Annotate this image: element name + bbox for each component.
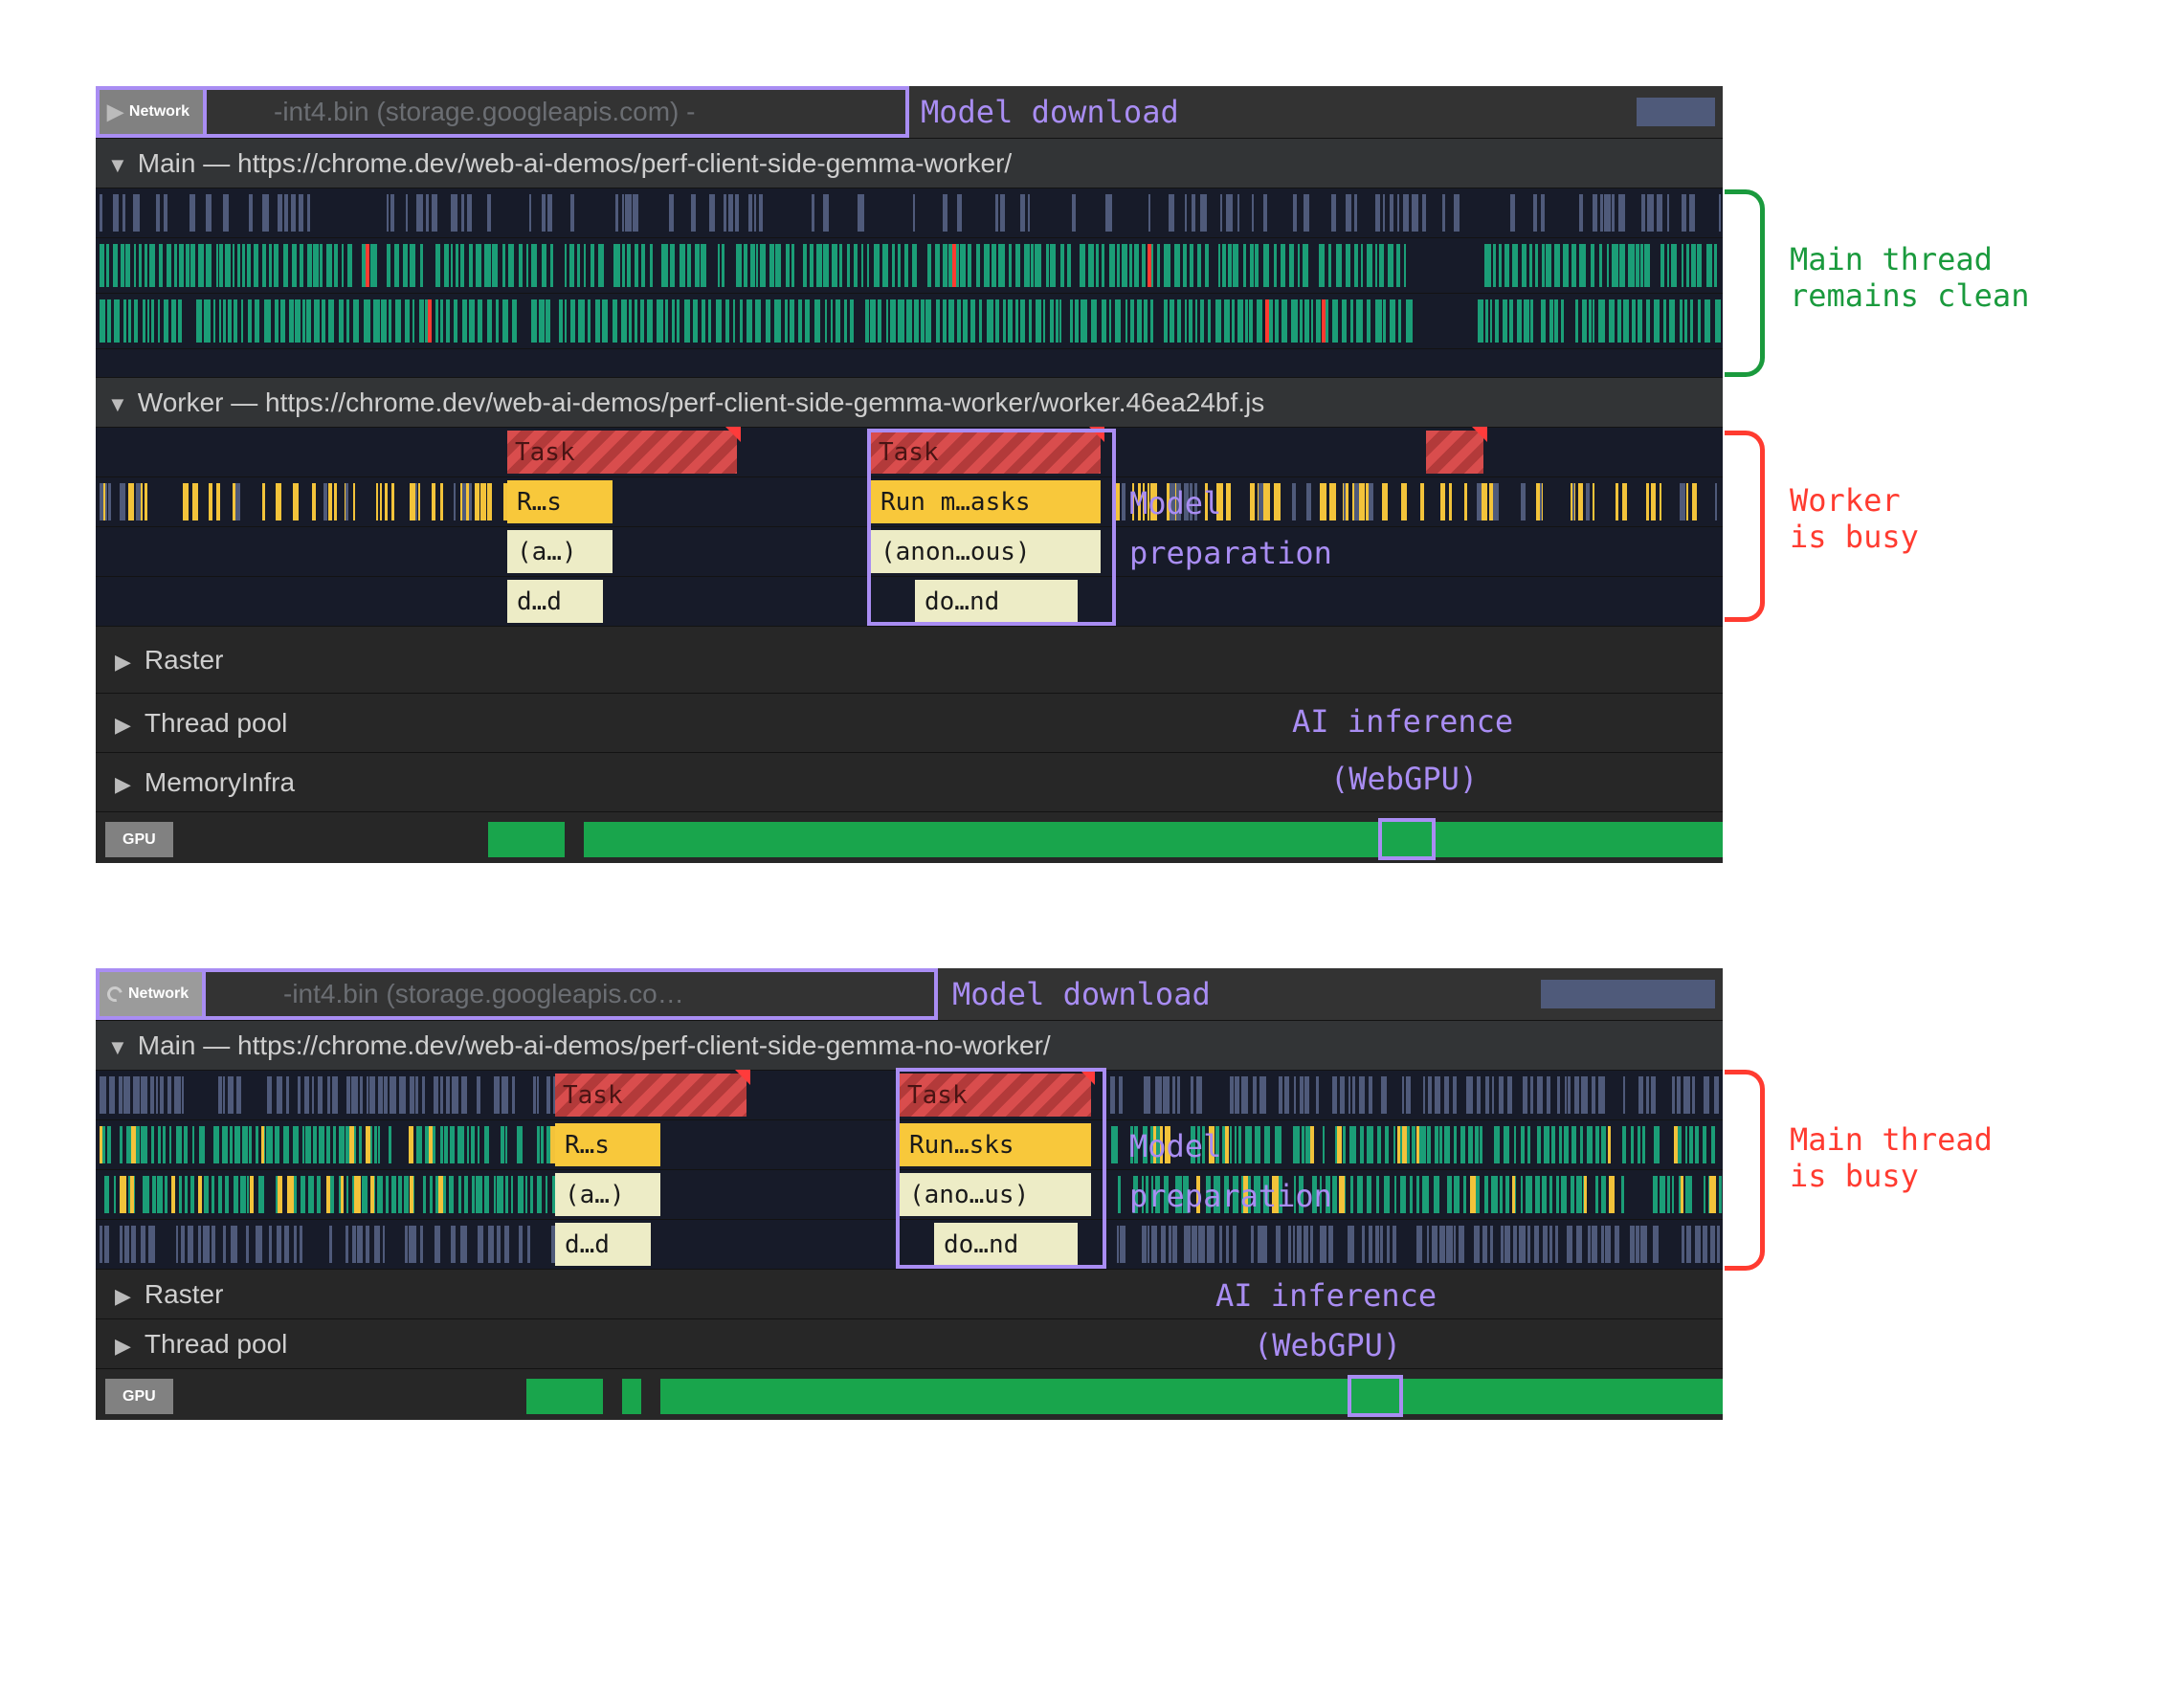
gpu-row[interactable]: GPU [96,811,1723,863]
annotation-main-busy: Main thread [1790,1121,1993,1158]
section-raster[interactable]: Raster AI inference [96,1269,1723,1318]
slab-anon[interactable]: (anon…ous) [871,530,1101,573]
main-lane[interactable]: R…s Run…sks Model [96,1119,1723,1169]
bars [96,294,1723,348]
section-label: MemoryInfra [145,767,295,798]
worker-thread-header[interactable]: Worker — https://chrome.dev/web-ai-demos… [96,377,1723,427]
section-threadpool[interactable]: Thread pool AI inference [96,693,1723,752]
gpu-label: GPU [105,1379,173,1414]
main-lane[interactable]: (a…) (ano…us) preparation [96,1169,1723,1219]
slab-dond[interactable]: do…nd [934,1223,1078,1266]
task-block[interactable]: Task [900,1074,1091,1117]
annotation-main-clean: Main thread [1790,241,1993,277]
annotation-model-download: Model download [952,976,1211,1012]
main-lane[interactable]: d…d do…nd [96,1219,1723,1269]
slab-rs[interactable]: R…s [555,1123,660,1166]
annotation-worker-busy: is busy [1790,519,1919,555]
annotation-webgpu: (WebGPU) [1330,761,1478,797]
net-tail-block [1541,980,1715,1008]
section-label: Raster [145,1279,223,1310]
expand-icon [115,645,131,675]
annotation-main-clean: remains clean [1790,277,2029,314]
network-section-toggle[interactable]: Network [96,86,207,138]
annotation-model-prep: preparation [1129,535,1332,571]
section-label: Raster [145,645,223,675]
main-thread-header[interactable]: Main — https://chrome.dev/web-ai-demos/p… [96,138,1723,188]
annotation-model-prep: Model [1129,1128,1221,1164]
annotation-model-prep: preparation [1129,1178,1332,1214]
section-label: Thread pool [145,1329,287,1360]
annotation-ai-inference: AI inference [1215,1277,1437,1314]
network-label: Network [129,103,189,121]
spinner-icon [104,984,125,1005]
task-block[interactable]: Task [507,431,737,474]
expand-icon [115,1279,131,1310]
annotation-ai-inference: AI inference [1292,703,1513,740]
network-file: -int4.bin (storage.googleapis.co… [278,968,690,1020]
brace-icon [1725,431,1765,622]
collapse-icon [107,1030,128,1061]
annotation-webgpu: (WebGPU) [1254,1327,1401,1363]
network-row: Network -int4.bin (storage.googleapis.co… [96,86,1723,138]
main-lane[interactable] [96,348,1723,377]
perf-panel-worker: Network -int4.bin (storage.googleapis.co… [96,86,1723,863]
section-raster[interactable]: Raster [96,626,1723,693]
perf-panel-no-worker: Network -int4.bin (storage.googleapis.co… [96,968,1723,1420]
slab-dond[interactable]: do…nd [915,580,1078,623]
slab-a[interactable]: (a…) [507,530,613,573]
main-header-label: Main — https://chrome.dev/web-ai-demos/p… [138,148,1012,179]
expand-icon [115,1329,131,1360]
slab-runsks[interactable]: Run…sks [900,1123,1091,1166]
task-block[interactable]: Task [555,1074,747,1117]
main-lane-task[interactable]: Task Task [96,1070,1723,1119]
section-memoryinfra[interactable]: MemoryInfra (WebGPU) [96,752,1723,811]
slab-rs[interactable]: R…s [507,480,613,523]
collapse-icon [107,148,128,179]
brace-icon [1725,189,1765,377]
gpu-lane [230,1379,1723,1414]
brace-icon [1725,1070,1765,1271]
worker-lane[interactable]: R…s Run m…asks Model [96,476,1723,526]
gpu-lane [230,822,1723,857]
net-tail-block [1637,98,1715,126]
slab-runmasks[interactable]: Run m…asks [871,480,1101,523]
main-lane[interactable] [96,293,1723,348]
worker-lane[interactable]: d…d do…nd [96,576,1723,626]
bars [96,1220,1723,1269]
slab-dd[interactable]: d…d [555,1223,651,1266]
gpu-row[interactable]: GPU [96,1368,1723,1420]
collapse-icon [107,388,128,418]
bars [96,188,1723,237]
slab-a[interactable]: (a…) [555,1173,660,1216]
network-section-toggle[interactable]: Network [96,968,206,1020]
section-label: Thread pool [145,708,287,739]
worker-lane-tasks[interactable]: Task Task [96,427,1723,476]
network-row: Network -int4.bin (storage.googleapis.co… [96,968,1723,1020]
section-threadpool[interactable]: Thread pool (WebGPU) [96,1318,1723,1368]
expand-icon [115,708,131,739]
worker-lane[interactable]: (a…) (anon…ous) preparation [96,526,1723,576]
annotation-model-prep: Model [1129,485,1221,521]
slab-anous[interactable]: (ano…us) [900,1173,1091,1216]
annotation-model-download: Model download [921,94,1179,130]
bars [96,238,1723,293]
annotation-worker-busy: Worker [1790,482,1901,519]
main-header-label: Main — https://chrome.dev/web-ai-demos/p… [138,1030,1051,1061]
worker-header-label: Worker — https://chrome.dev/web-ai-demos… [138,388,1264,418]
main-lane[interactable] [96,188,1723,237]
expand-icon [115,767,131,798]
task-block[interactable] [1426,431,1483,474]
main-lane[interactable] [96,237,1723,293]
gpu-label: GPU [105,822,173,857]
task-block[interactable]: Task [871,431,1101,474]
annotation-main-busy: is busy [1790,1158,1919,1194]
network-file: -int4.bin (storage.googleapis.com) - [268,86,701,138]
network-label: Network [128,985,189,1003]
slab-dd[interactable]: d…d [507,580,603,623]
main-thread-header[interactable]: Main — https://chrome.dev/web-ai-demos/p… [96,1020,1723,1070]
expand-icon [107,100,123,124]
